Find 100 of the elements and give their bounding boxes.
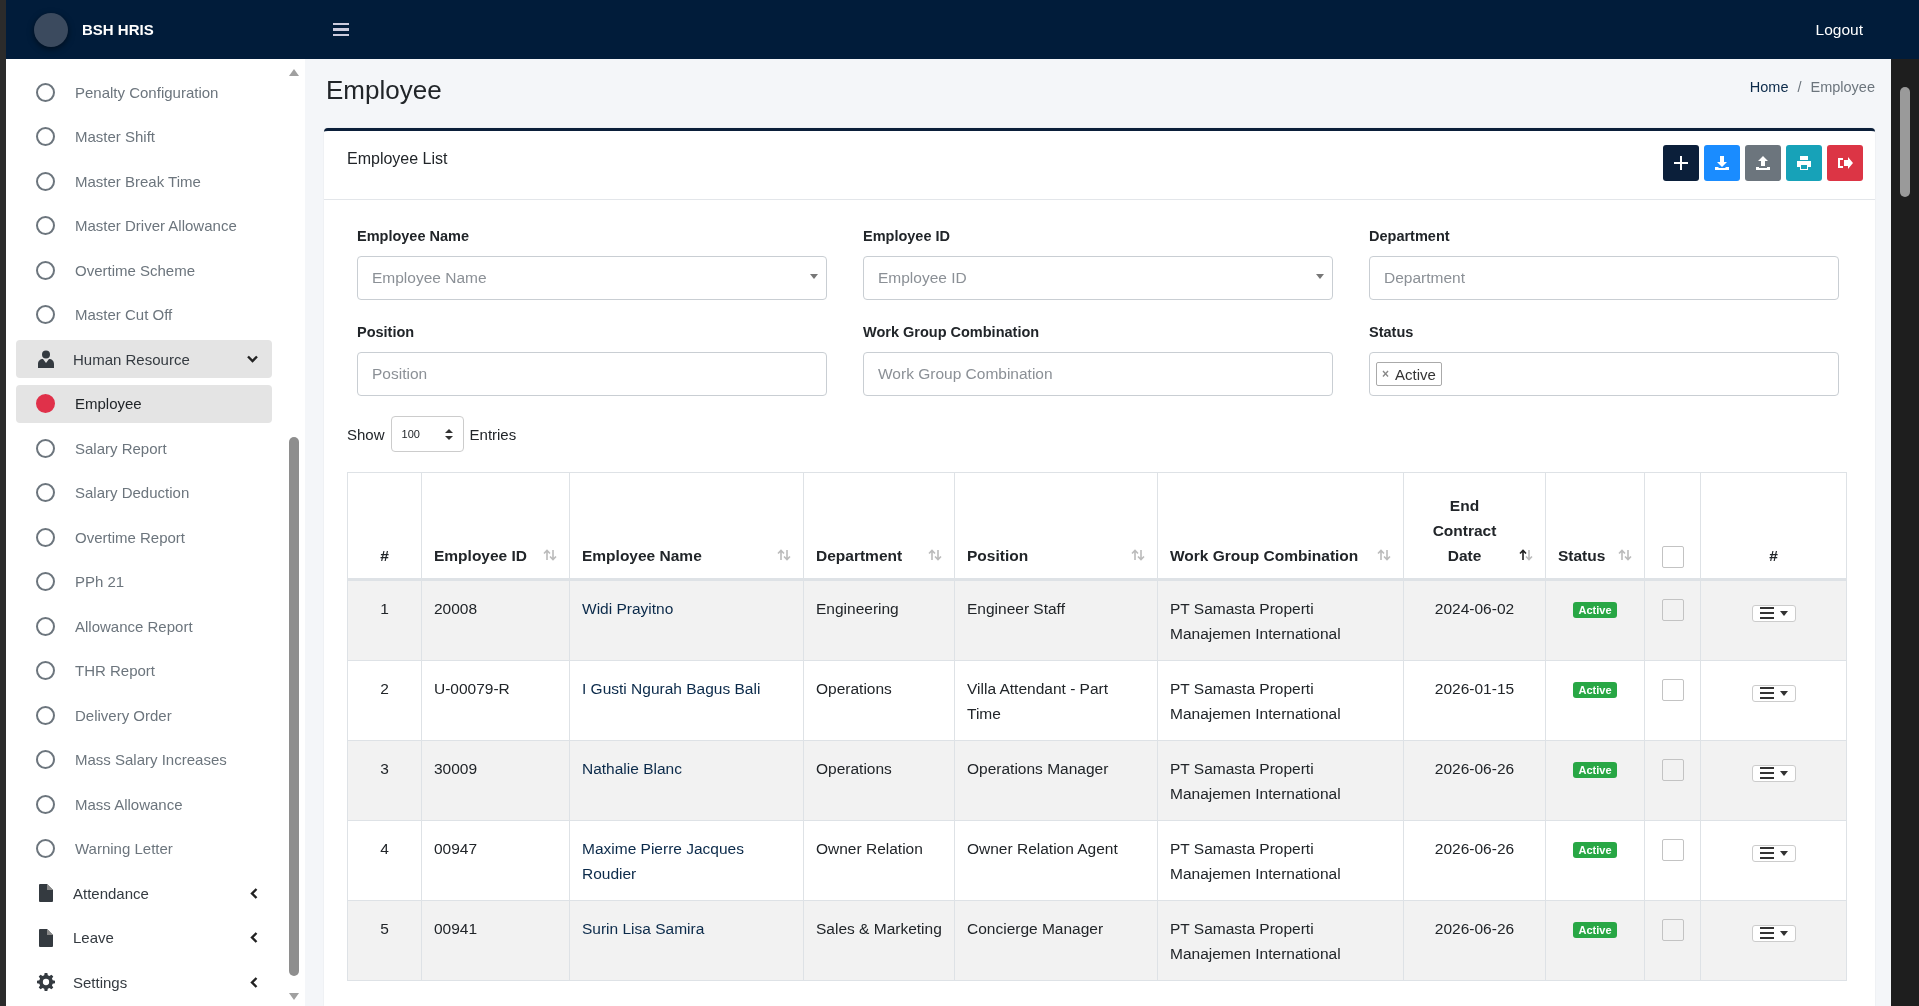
status-badge: Active xyxy=(1573,602,1617,618)
table-cell: Operations xyxy=(803,660,955,741)
menu-item[interactable]: Overtime Report xyxy=(16,518,272,556)
menu-label: Employee xyxy=(75,395,143,412)
breadcrumb-link[interactable]: Home xyxy=(1749,79,1789,95)
menu-item[interactable]: Allowance Report xyxy=(16,607,272,645)
row-checkbox[interactable] xyxy=(1661,678,1684,701)
download-button[interactable] xyxy=(1704,145,1740,181)
circle-icon xyxy=(36,750,55,769)
input-field[interactable]: Department xyxy=(1369,256,1839,300)
menu-item[interactable]: Penalty Configuration xyxy=(16,73,272,111)
menu-item[interactable]: Salary Deduction xyxy=(16,473,272,512)
menu-label: Master Break Time xyxy=(75,172,202,190)
menu-label: Attendance xyxy=(73,884,150,902)
menu-label: THR Report xyxy=(75,662,157,679)
menu-item[interactable]: PPh 21 xyxy=(16,562,272,601)
menu-label: Master Cut Off xyxy=(75,306,174,323)
table-cell: 30009 xyxy=(421,740,570,821)
menu-item[interactable]: Warning Letter xyxy=(16,829,272,868)
menu-group[interactable]: Human Resource xyxy=(16,340,272,378)
row-checkbox[interactable] xyxy=(1661,918,1684,941)
tag-label: Active xyxy=(1395,365,1436,383)
menu-label: Overtime Scheme xyxy=(75,261,197,279)
page-title: Employee xyxy=(326,75,442,106)
status-tag[interactable]: × Active xyxy=(1376,362,1442,386)
status-badge: Active xyxy=(1573,762,1617,778)
menu-label: Leave xyxy=(73,929,115,946)
circle-icon xyxy=(36,705,55,725)
input-field[interactable]: Position xyxy=(357,352,827,396)
menu-group[interactable]: Settings xyxy=(16,963,272,1001)
app-name: BSH HRIS xyxy=(82,21,154,38)
row-menu-button[interactable] xyxy=(1751,604,1796,622)
circle-icon xyxy=(36,483,55,502)
select-field[interactable]: Employee ID xyxy=(863,256,1333,300)
menu-label: Human Resource xyxy=(73,350,191,368)
status-badge: Active xyxy=(1573,922,1617,938)
show-label: Show xyxy=(347,425,385,443)
row-number: 5 xyxy=(347,900,422,981)
menu-item[interactable]: Master Break Time xyxy=(16,162,272,200)
table-cell: Sales & Marketing xyxy=(803,900,955,981)
row-checkbox[interactable] xyxy=(1661,838,1684,861)
field-label: Position xyxy=(357,324,416,340)
menu-item[interactable]: Overtime Scheme xyxy=(16,251,272,289)
menu-item[interactable]: THR Report xyxy=(16,651,272,690)
menu-item[interactable]: Salary Report xyxy=(16,429,272,467)
select-field[interactable]: Employee Name xyxy=(357,256,827,300)
menu-group[interactable]: Attendance xyxy=(16,874,272,912)
print-button[interactable] xyxy=(1786,145,1822,181)
row-menu-button[interactable] xyxy=(1751,764,1796,782)
column-header: Status xyxy=(1558,546,1607,566)
menu-item[interactable]: Master Driver Allowance xyxy=(16,206,272,245)
table-cell: Owner Relation xyxy=(803,820,955,901)
select-all-checkbox[interactable] xyxy=(1661,545,1684,568)
row-menu-button[interactable] xyxy=(1751,684,1796,702)
field-label: Employee ID xyxy=(863,228,952,244)
page-scrollbar[interactable] xyxy=(1891,59,1919,1006)
table-cell: PT Samasta Properti Manajemen International xyxy=(1157,820,1404,901)
export-button[interactable] xyxy=(1827,145,1863,181)
menu-label: Salary Report xyxy=(75,439,168,457)
add-icon xyxy=(1673,155,1689,171)
column-header: # xyxy=(380,546,389,566)
circle-icon xyxy=(36,527,55,547)
menu-item[interactable]: Master Cut Off xyxy=(16,295,272,334)
circle-icon xyxy=(36,661,55,680)
logout-link[interactable]: Logout xyxy=(1815,20,1863,39)
row-checkbox[interactable] xyxy=(1661,598,1684,621)
remove-icon[interactable]: × xyxy=(1382,367,1389,381)
table-cell: Owner Relation Agent xyxy=(954,820,1158,901)
table-cell: 20008 xyxy=(421,579,570,661)
upload-button[interactable] xyxy=(1745,145,1781,181)
menu-group[interactable]: Leave xyxy=(16,918,272,957)
table-cell: 2026-06-26 xyxy=(1403,740,1546,821)
active-dot-icon xyxy=(36,394,55,413)
status-badge: Active xyxy=(1573,682,1617,698)
menu-item[interactable]: Delivery Order xyxy=(16,696,272,734)
tag-field[interactable]: × Active xyxy=(1369,352,1839,396)
circle-icon xyxy=(36,171,55,191)
row-menu-button[interactable] xyxy=(1751,844,1796,862)
menu-item[interactable]: Employee xyxy=(16,384,272,423)
person-icon xyxy=(36,350,55,368)
column-header: # xyxy=(1769,546,1778,566)
menu-label: Allowance Report xyxy=(75,617,194,635)
menu-label: Master Shift xyxy=(75,128,157,145)
row-checkbox[interactable] xyxy=(1661,758,1684,781)
column-header: Employee Name xyxy=(582,546,703,566)
menu-item[interactable]: Mass Allowance xyxy=(16,785,272,823)
menu-item[interactable]: Master Shift xyxy=(16,117,272,156)
circle-icon xyxy=(36,216,55,235)
page-length-select[interactable]: 100 xyxy=(390,416,464,452)
circle-icon xyxy=(36,616,55,636)
column-header: End Contract Date xyxy=(1431,496,1498,566)
table-cell: 2024-06-02 xyxy=(1403,579,1546,661)
menu-icon[interactable] xyxy=(333,22,349,37)
input-field[interactable]: Work Group Combination xyxy=(863,352,1333,396)
menu-item[interactable]: Mass Salary Increases xyxy=(16,740,272,779)
row-menu-button[interactable] xyxy=(1751,924,1796,942)
field-label: Work Group Combination xyxy=(863,324,1041,340)
breadcrumb-separator: / xyxy=(1797,79,1802,95)
add-button[interactable] xyxy=(1663,145,1699,181)
sign-out-icon xyxy=(1837,155,1853,171)
